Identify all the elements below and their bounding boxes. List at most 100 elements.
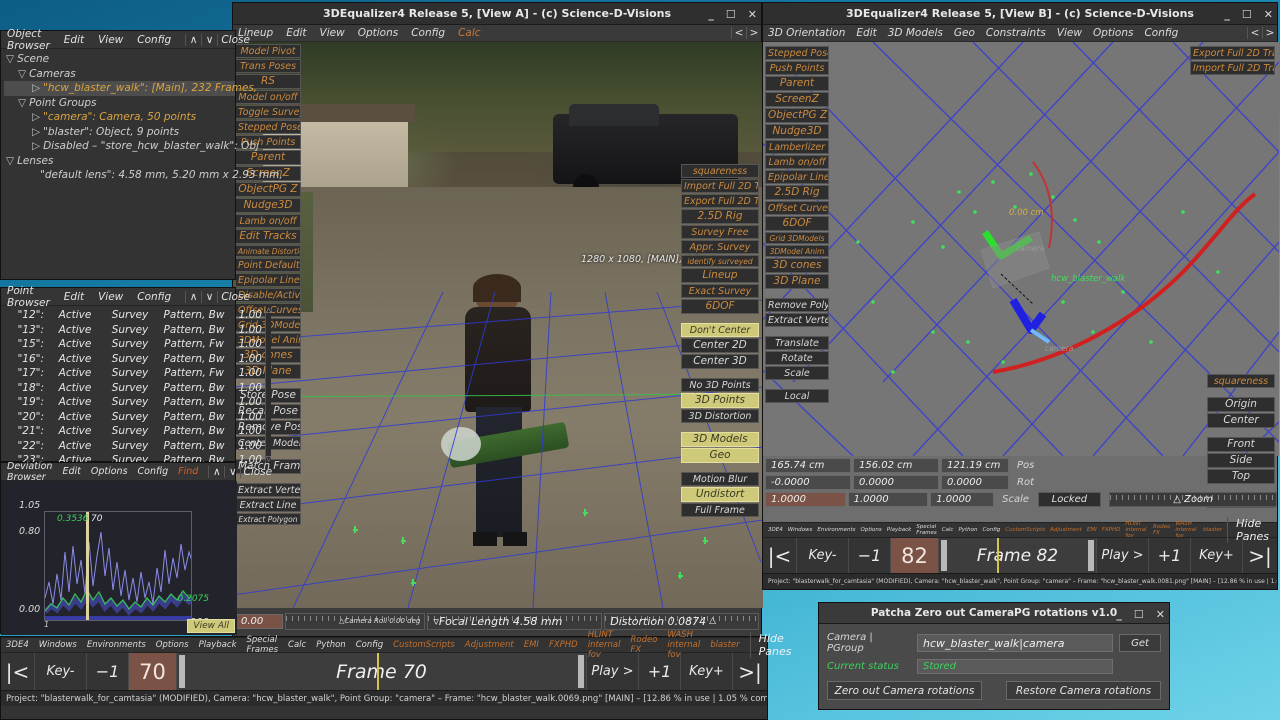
scroll-down-icon[interactable]: ▽ <box>266 455 271 463</box>
minimize-icon[interactable]: _ <box>1116 609 1122 620</box>
tree-row-pg-disabled-store[interactable]: ▷ Disabled – "store_hcw_blaster_walk": Ob… <box>4 139 259 154</box>
disclosure-triangle-icon[interactable]: ▽ <box>6 53 14 65</box>
nav-next-icon[interactable]: > <box>746 27 761 39</box>
timeline-handle-right[interactable] <box>578 655 584 688</box>
disclosure-triangle-icon[interactable]: ▷ <box>32 82 40 94</box>
rot-x-field[interactable]: -0.0000 <box>765 475 851 490</box>
point-browser-scrollbar[interactable]: △ ▽ <box>265 306 272 463</box>
appmenu-fxphd[interactable]: FXPHD <box>1102 527 1121 533</box>
step-forward-button[interactable]: +1 <box>639 653 681 690</box>
step-forward-button[interactable]: +1 <box>1149 538 1191 573</box>
object-browser-close-button[interactable]: Close <box>217 33 253 46</box>
timeline-handle-left[interactable] <box>179 655 185 688</box>
tool-lamb-onoff[interactable]: Lamb on/off <box>765 155 829 169</box>
point-browser-down-icon[interactable]: ∨ <box>201 290 217 303</box>
pos-z-field[interactable]: 121.19 cm <box>941 458 1009 473</box>
goto-last-frame-button[interactable]: >| <box>733 653 767 690</box>
object-browser-up-icon[interactable]: ∧ <box>185 33 201 46</box>
tool-objectpg-z[interactable]: ObjectPG Z <box>235 182 301 197</box>
appmenu-wash-internal-fov[interactable]: WASH internal fov <box>1175 521 1198 539</box>
goto-first-frame-button[interactable]: |< <box>1 653 35 690</box>
nav-prev-icon[interactable]: < <box>731 27 746 39</box>
point-browser-close-button[interactable]: Close <box>217 290 253 303</box>
table-row[interactable]: "17": Active Survey Pattern, Fw 1.00 <box>1 366 265 381</box>
disclosure-triangle-icon[interactable]: ▽ <box>18 68 26 80</box>
tool-6dof[interactable]: 6DOF <box>765 216 829 231</box>
tool-3dmodel-anim[interactable]: 3DModel Anim <box>765 245 829 257</box>
menu-edit[interactable]: Edit <box>286 27 306 39</box>
tool-toggle-survey[interactable]: Toggle Survey <box>235 105 301 119</box>
deviation-browser-up-icon[interactable]: ∧ <box>208 465 224 478</box>
appmenu-options[interactable]: Options <box>156 640 189 650</box>
tool-point-defaults[interactable]: Point Defaults <box>235 258 301 272</box>
tool-extract-line[interactable]: Extract Line <box>235 498 301 512</box>
tool-extract-vertex[interactable]: Extract Vertex <box>765 313 829 327</box>
appmenu-config[interactable]: Config <box>356 640 383 650</box>
frame-timeline-slider[interactable]: Frame 82 <box>939 538 1097 573</box>
zoom-value-field[interactable]: 0.00 <box>235 613 283 629</box>
appmenu-customscripts[interactable]: CustomScripts <box>1005 527 1045 533</box>
appmenu-blaster[interactable]: blaster <box>710 640 739 650</box>
tool-dont-center[interactable]: Don't Center <box>681 323 759 337</box>
tool-lamberlizer[interactable]: Lamberlizer <box>765 140 829 154</box>
timeline-cursor[interactable] <box>377 653 380 690</box>
tool-geo[interactable]: Geo <box>681 448 759 463</box>
tool-extract-vertex[interactable]: Extract Vertex <box>235 483 301 497</box>
appmenu-special-frames[interactable]: Special Frames <box>916 524 936 536</box>
appmenu-calc[interactable]: Calc <box>942 527 954 533</box>
menu-options[interactable]: Options <box>358 27 399 39</box>
tool-parent[interactable]: Parent <box>765 76 829 91</box>
menu-view[interactable]: View <box>320 27 345 39</box>
view-b-viewport[interactable]: 0.00 cm camera hcw_blaster_walk camera <box>763 42 1279 456</box>
timeline-handle-right[interactable] <box>1088 540 1094 571</box>
minimize-icon[interactable]: _ <box>708 9 714 20</box>
rot-z-field[interactable]: 0.0000 <box>941 475 1009 490</box>
appmenu-playback[interactable]: Playback <box>199 640 237 650</box>
tool-rotate[interactable]: Rotate <box>765 351 829 365</box>
frame-cursor[interactable] <box>86 512 89 620</box>
tool-stepped-pose[interactable]: Stepped Pose <box>765 46 829 60</box>
tool-translate[interactable]: Translate <box>765 336 829 350</box>
appmenu-python[interactable]: Python <box>316 640 345 650</box>
tool-3d-models[interactable]: 3D Models <box>681 432 759 447</box>
nav-next-icon[interactable]: > <box>1262 27 1277 39</box>
locked-button[interactable]: Locked <box>1037 492 1102 507</box>
point-browser-view-menu[interactable]: View <box>98 291 123 303</box>
tool-3d-distortion[interactable]: 3D Distortion <box>681 409 759 423</box>
menu-edit[interactable]: Edit <box>856 27 876 39</box>
object-browser-view-menu[interactable]: View <box>98 34 123 46</box>
appmenu-customscripts[interactable]: CustomScripts <box>393 640 455 650</box>
menu-constraints[interactable]: Constraints <box>986 27 1046 39</box>
object-browser-edit-menu[interactable]: Edit <box>64 34 84 46</box>
appmenu-environments[interactable]: Environments <box>817 527 855 533</box>
tree-row-cameras[interactable]: ▽ Cameras <box>4 67 235 82</box>
tool-trans-poses[interactable]: Trans Poses <box>235 59 301 73</box>
restore-camera-rotations-button[interactable]: Restore Camera rotations <box>1006 681 1161 700</box>
point-browser-list[interactable]: "12": Active Survey Pattern, Bw 1.00 "13": Ac… <box>1 306 265 466</box>
close-icon[interactable]: ✕ <box>748 9 757 20</box>
nav-prev-icon[interactable]: < <box>1247 27 1262 39</box>
object-browser-config-menu[interactable]: Config <box>137 34 171 46</box>
goto-last-frame-button[interactable]: >| <box>1243 538 1277 573</box>
step-back-button[interactable]: −1 <box>87 653 129 690</box>
tool-exact-survey[interactable]: Exact Survey <box>681 284 759 298</box>
next-key-button[interactable]: Key+ <box>1191 538 1243 573</box>
tool-full-frame[interactable]: Full Frame <box>681 503 759 517</box>
tool-export-full-2d-tracks[interactable]: Export Full 2D Tracks <box>1190 46 1275 60</box>
pos-y-field[interactable]: 156.02 cm <box>853 458 939 473</box>
object-browser-down-icon[interactable]: ∨ <box>201 33 217 46</box>
table-row[interactable]: "16": Active Survey Pattern, Bw 1.00 <box>1 352 265 367</box>
view-a-titlebar[interactable]: 3DEqualizer4 Release 5, [View A] - (c) S… <box>233 3 761 25</box>
appmenu-calc[interactable]: Calc <box>288 640 306 650</box>
focal-length-slider[interactable]: ▿ Focal Length 4.58 mm <box>427 612 603 630</box>
scroll-up-icon[interactable]: △ <box>266 306 271 314</box>
tool-import-full-2d-tracks[interactable]: Import Full 2D Tracks <box>681 179 759 193</box>
tool-objectpg-z[interactable]: ObjectPG Z <box>765 108 829 123</box>
camera-roll-slider[interactable]: △ Camera Roll 0.00 deg <box>285 612 426 630</box>
tree-row-point-groups[interactable]: ▽ Point Groups <box>4 96 235 111</box>
appmenu-3de4[interactable]: 3DE4 <box>6 640 29 650</box>
pos-x-field[interactable]: 165.74 cm <box>765 458 851 473</box>
get-button[interactable]: Get <box>1119 634 1161 652</box>
appmenu-adjustment[interactable]: Adjustment <box>1050 527 1082 533</box>
tool-identify-surveyed[interactable]: identify surveyed <box>681 255 759 267</box>
